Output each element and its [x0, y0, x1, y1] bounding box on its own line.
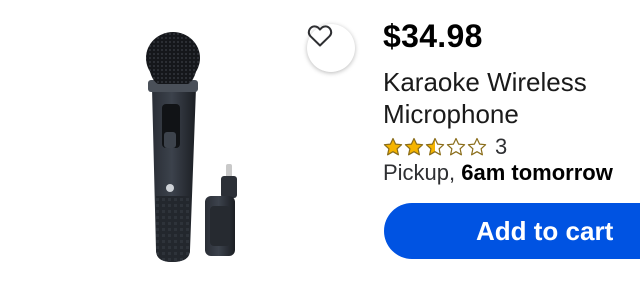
star-rating — [383, 137, 487, 157]
heart-outline-icon — [307, 25, 333, 47]
star-full-icon — [383, 137, 403, 156]
product-image[interactable] — [0, 0, 370, 286]
product-title[interactable]: Karaoke Wireless Microphone — [383, 66, 623, 130]
add-to-cart-button[interactable]: Add to cart — [384, 203, 640, 259]
fulfillment-info: Pickup, 6am tomorrow — [383, 160, 613, 186]
star-empty-icon — [446, 137, 466, 156]
favorite-button[interactable] — [307, 24, 355, 72]
product-card[interactable]: $34.98 Karaoke Wireless Microphone 3 Pic… — [0, 0, 640, 286]
star-half-icon — [425, 137, 445, 156]
star-empty-icon — [467, 137, 487, 156]
fulfillment-label: Pickup, — [383, 160, 462, 185]
product-rating[interactable]: 3 — [383, 134, 507, 160]
fulfillment-time: 6am tomorrow — [461, 160, 613, 185]
star-full-icon — [404, 137, 424, 156]
product-price: $34.98 — [383, 18, 483, 54]
review-count: 3 — [495, 134, 508, 159]
